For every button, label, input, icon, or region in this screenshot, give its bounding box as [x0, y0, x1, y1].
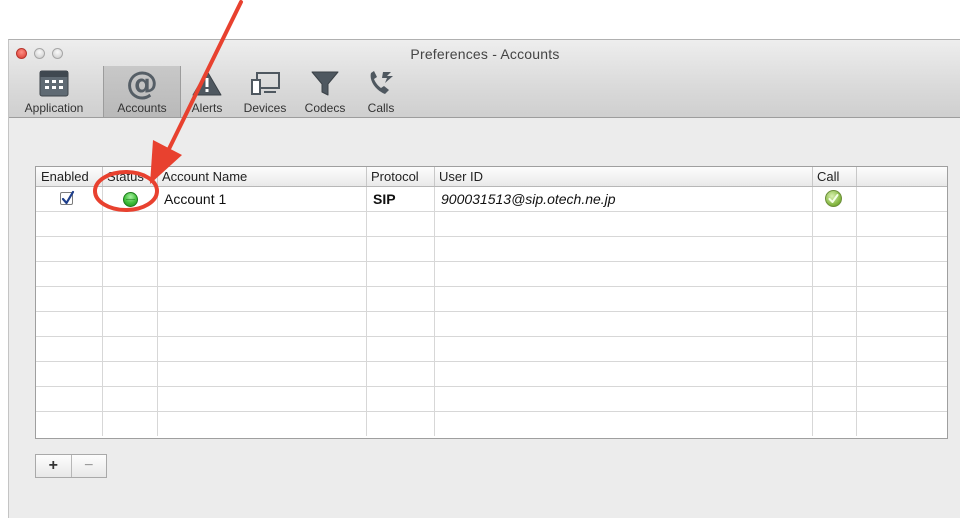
add-account-button[interactable]: + [36, 455, 72, 477]
call-check-icon[interactable] [825, 190, 842, 207]
table-header: Enabled Status Account Name Protocol Use… [36, 167, 947, 187]
table-row-empty [36, 387, 947, 412]
window-title: Preferences - Accounts [410, 46, 560, 62]
accounts-table: Enabled Status Account Name Protocol Use… [35, 166, 948, 439]
table-row-empty [36, 287, 947, 312]
preferences-window: Preferences - Accounts Application @ Acc… [8, 39, 960, 518]
column-header-account-name[interactable]: Account Name [158, 167, 367, 186]
table-row-empty [36, 212, 947, 237]
phone-call-icon [361, 66, 401, 100]
protocol-cell: SIP [367, 187, 435, 211]
table-row-empty [36, 262, 947, 287]
tab-label: Alerts [191, 101, 223, 115]
funnel-filter-icon [305, 66, 345, 100]
enabled-cell [36, 187, 103, 211]
table-row-empty [36, 412, 947, 437]
column-header-call[interactable]: Call [813, 167, 857, 186]
tab-accounts[interactable]: @ Accounts [103, 66, 181, 117]
extra-cell [857, 187, 947, 211]
status-online-icon [123, 192, 138, 207]
column-header-protocol[interactable]: Protocol [367, 167, 435, 186]
calendar-grid-icon [34, 66, 74, 100]
table-row-empty [36, 237, 947, 262]
title-bar: Preferences - Accounts Application @ Acc… [9, 40, 960, 118]
column-header-status[interactable]: Status [103, 167, 158, 186]
tab-label: Application [24, 101, 84, 115]
table-row-empty [36, 337, 947, 362]
tab-label: Codecs [304, 101, 346, 115]
devices-monitor-icon [245, 66, 285, 100]
column-header-extra [857, 167, 947, 186]
tab-codecs[interactable]: Codecs [299, 66, 351, 117]
account-name-cell: Account 1 [158, 187, 367, 211]
table-row[interactable]: Account 1 SIP 900031513@sip.otech.ne.jp [36, 187, 947, 212]
checkmark-icon [61, 190, 75, 205]
call-cell [813, 187, 857, 211]
tab-label: Calls [367, 101, 395, 115]
remove-account-button[interactable]: − [72, 455, 107, 477]
table-row-empty [36, 362, 947, 387]
at-sign-icon: @ [126, 64, 158, 102]
table-row-empty [36, 312, 947, 337]
add-remove-buttons: + − [35, 454, 107, 478]
status-cell [103, 187, 158, 211]
warning-triangle-icon [187, 66, 227, 100]
user-id-cell: 900031513@sip.otech.ne.jp [435, 187, 813, 211]
column-header-user-id[interactable]: User ID [435, 167, 813, 186]
tab-label: Accounts [117, 101, 167, 115]
tab-calls[interactable]: Calls [359, 66, 403, 117]
enabled-checkbox[interactable] [60, 190, 75, 205]
tab-label: Devices [243, 101, 287, 115]
tab-devices[interactable]: Devices [237, 66, 293, 117]
column-header-enabled[interactable]: Enabled [36, 167, 103, 186]
tab-alerts[interactable]: Alerts [183, 66, 231, 117]
tab-application[interactable]: Application [13, 66, 95, 117]
